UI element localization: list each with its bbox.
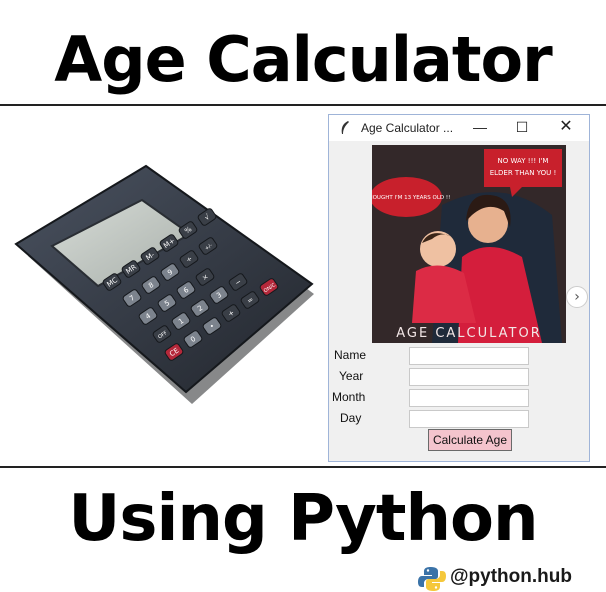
age-calculator-banner-image: NO WAY !!! I'M ELDER THAN YOU ! I THOUGH… bbox=[372, 145, 566, 343]
divider-bottom bbox=[0, 466, 606, 468]
next-arrow-button[interactable]: › bbox=[566, 286, 588, 308]
maximize-button[interactable]: ☐ bbox=[511, 117, 533, 137]
svg-text:ELDER THAN YOU !: ELDER THAN YOU ! bbox=[490, 169, 557, 177]
name-label: Name bbox=[334, 348, 367, 362]
window-titlebar[interactable]: Age Calculator ... — ☐ ✕ bbox=[329, 115, 589, 141]
window-title: Age Calculator ... bbox=[361, 121, 454, 135]
month-input[interactable] bbox=[409, 389, 529, 407]
banner-caption: AGE CALCULATOR bbox=[396, 326, 542, 341]
name-input[interactable] bbox=[409, 347, 529, 365]
day-input[interactable] bbox=[409, 410, 529, 428]
divider-top bbox=[0, 104, 606, 106]
year-label: Year bbox=[339, 369, 364, 383]
year-input[interactable] bbox=[409, 368, 529, 386]
headline-age-calculator: Age Calculator bbox=[54, 23, 552, 96]
day-label: Day bbox=[340, 411, 362, 425]
close-button[interactable]: ✕ bbox=[555, 117, 577, 137]
month-label: Month bbox=[332, 390, 366, 404]
tk-app-window: Age Calculator ... — ☐ ✕ NO WAY !!! I'M … bbox=[328, 114, 590, 462]
calculate-age-button[interactable]: Calculate Age bbox=[428, 429, 512, 451]
feather-icon bbox=[341, 121, 349, 134]
minimize-button[interactable]: — bbox=[469, 117, 491, 137]
calculator-illustration: MCMRM-M+%√789÷+/-456×OFF123−CE0•+=ON/C bbox=[14, 164, 314, 404]
watermark-handle: @python.hub bbox=[450, 566, 572, 587]
headline-using-python: Using Python bbox=[68, 482, 538, 556]
python-logo-icon bbox=[418, 567, 446, 591]
svg-text:I THOUGHT I'M 13 YEARS OLD !!: I THOUGHT I'M 13 YEARS OLD !! bbox=[372, 195, 450, 201]
svg-text:NO WAY !!! I'M: NO WAY !!! I'M bbox=[498, 157, 549, 165]
